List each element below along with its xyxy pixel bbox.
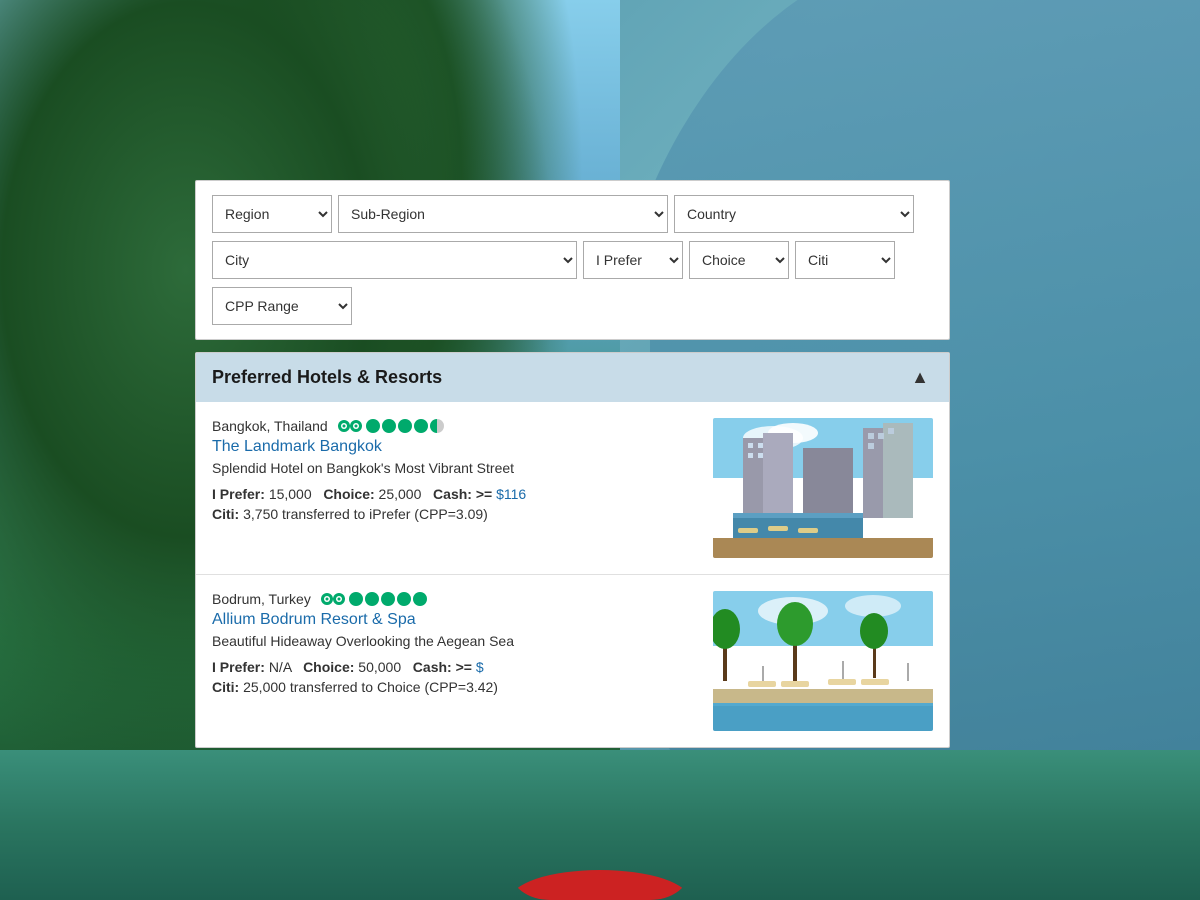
- iprefer-label-bkk: I Prefer:: [212, 486, 265, 502]
- results-header: Preferred Hotels & Resorts ▲: [196, 353, 949, 402]
- hotel-desc-bodrum: Beautiful Hideaway Overlooking the Aegea…: [212, 633, 697, 649]
- citi-select[interactable]: Citi 1,000 2,500: [795, 241, 895, 279]
- star-b-3: [381, 592, 395, 606]
- city-select[interactable]: City Bangkok Bodrum: [212, 241, 577, 279]
- hotel-citi-bangkok: Citi: 3,750 transferred to iPrefer (CPP=…: [212, 506, 697, 522]
- star-b-1: [349, 592, 363, 606]
- iprefer-value-bkk: 15,000: [269, 486, 312, 502]
- choice-value-bod: 50,000: [358, 659, 401, 675]
- star-b-5: [413, 592, 427, 606]
- cash-label-bkk: Cash: >=: [433, 486, 492, 502]
- filter-row-3: CPP Range 1.0-2.0 2.0-3.0 3.0-4.0: [212, 287, 933, 325]
- citi-value-bkk: 3,750 transferred to iPrefer (CPP=3.09): [243, 506, 488, 522]
- citi-label-bod: Citi:: [212, 679, 239, 695]
- hotel-name-link-bodrum[interactable]: Allium Bodrum Resort & Spa: [212, 611, 697, 629]
- tripadvisor-rating-bodrum: [321, 591, 427, 607]
- hotel-image-bodrum: [713, 591, 933, 731]
- stars-bodrum: [349, 592, 427, 606]
- star-b-4: [397, 592, 411, 606]
- hotel-image-svg-bodrum: [713, 591, 933, 731]
- results-title: Preferred Hotels & Resorts: [212, 367, 442, 388]
- hotel-info-bangkok: Bangkok, Thailand: [212, 418, 697, 558]
- hotel-name-link-bangkok[interactable]: The Landmark Bangkok: [212, 438, 697, 456]
- iprefer-label-bod: I Prefer:: [212, 659, 265, 675]
- hotel-location-bodrum: Bodrum, Turkey: [212, 591, 697, 607]
- main-content: Region Asia Europe Americas Sub-Region S…: [195, 180, 950, 748]
- tripadvisor-rating-bangkok: [338, 418, 444, 434]
- results-panel: Preferred Hotels & Resorts ▲ Bangkok, Th…: [195, 352, 950, 748]
- hotel-info-bodrum: Bodrum, Turkey: [212, 591, 697, 731]
- star-4: [414, 419, 428, 433]
- citi-value-bod: 25,000 transferred to Choice (CPP=3.42): [243, 679, 498, 695]
- iprefer-value-bod: N/A: [269, 659, 292, 675]
- star-3: [398, 419, 412, 433]
- location-text-bangkok: Bangkok, Thailand: [212, 418, 328, 434]
- tripadvisor-icon-bangkok: [338, 418, 362, 434]
- star-b-2: [365, 592, 379, 606]
- region-select[interactable]: Region Asia Europe Americas: [212, 195, 332, 233]
- star-half: [430, 419, 444, 433]
- hotel-citi-bodrum: Citi: 25,000 transferred to Choice (CPP=…: [212, 679, 697, 695]
- iprefer-select[interactable]: I Prefer 5,000 10,000: [583, 241, 683, 279]
- cash-link-bkk[interactable]: $116: [496, 486, 526, 502]
- filter-row-2: City Bangkok Bodrum I Prefer 5,000 10,00…: [212, 241, 933, 279]
- hotel-entry-bodrum: Bodrum, Turkey: [196, 575, 949, 747]
- cash-link-bod[interactable]: $: [476, 659, 484, 675]
- hotel-location-bangkok: Bangkok, Thailand: [212, 418, 697, 434]
- location-text-bodrum: Bodrum, Turkey: [212, 591, 311, 607]
- cpp-range-select[interactable]: CPP Range 1.0-2.0 2.0-3.0 3.0-4.0: [212, 287, 352, 325]
- star-1: [366, 419, 380, 433]
- choice-select[interactable]: Choice 25,000 50,000: [689, 241, 789, 279]
- hotel-image-bangkok: [713, 418, 933, 558]
- choice-value-bkk: 25,000: [379, 486, 422, 502]
- hotel-pricing-bangkok: I Prefer: 15,000 Choice: 25,000 Cash: >=…: [212, 486, 697, 502]
- choice-label-bod: Choice:: [303, 659, 354, 675]
- filter-row-1: Region Asia Europe Americas Sub-Region S…: [212, 195, 933, 233]
- hotel-image-svg-bangkok: [713, 418, 933, 558]
- filter-box: Region Asia Europe Americas Sub-Region S…: [195, 180, 950, 340]
- cash-label-bod: Cash: >=: [413, 659, 472, 675]
- subregion-select[interactable]: Sub-Region Southeast Asia East Asia: [338, 195, 668, 233]
- tripadvisor-icon-bodrum: [321, 591, 345, 607]
- country-select[interactable]: Country Thailand Turkey: [674, 195, 914, 233]
- choice-label-bkk: Choice:: [323, 486, 374, 502]
- star-2: [382, 419, 396, 433]
- citi-label-bkk: Citi:: [212, 506, 239, 522]
- hotel-entry-bangkok: Bangkok, Thailand: [196, 402, 949, 575]
- hotel-desc-bangkok: Splendid Hotel on Bangkok's Most Vibrant…: [212, 460, 697, 476]
- collapse-button[interactable]: ▲: [907, 367, 933, 388]
- stars-bangkok: [366, 419, 444, 433]
- hotel-pricing-bodrum: I Prefer: N/A Choice: 50,000 Cash: >= $: [212, 659, 697, 675]
